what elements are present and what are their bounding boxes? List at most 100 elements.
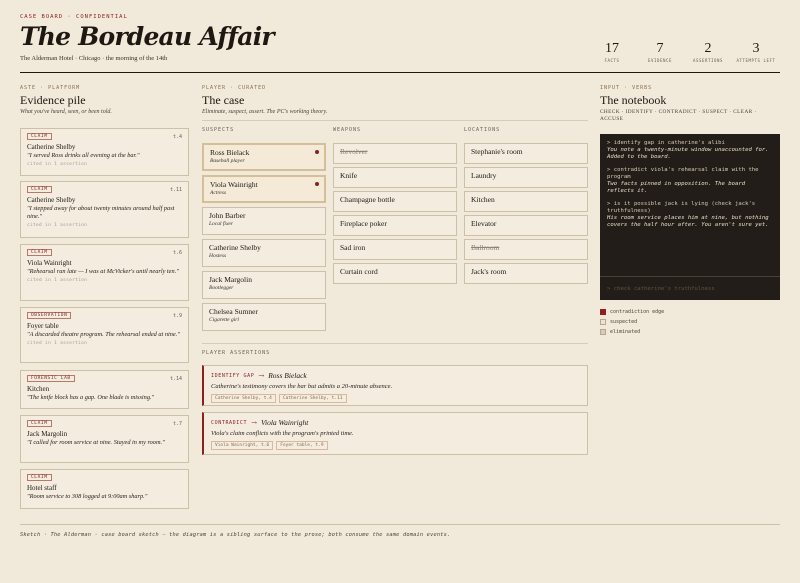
footer-note: Sketch · The Alderman · case board sketc… [20, 532, 451, 538]
notebook-terminal[interactable]: > identify gap in catherine's alibi You … [600, 134, 780, 300]
page-subtitle: The Alderman Hotel · Chicago · the morni… [20, 55, 168, 62]
suspect-role: Actress [210, 190, 226, 196]
section-desc: Eliminate, suspect, assert. The PC's wor… [202, 109, 328, 115]
suspect-card[interactable]: Viola Wainright Actress [202, 175, 326, 203]
suspect-card[interactable]: Jack Margolin Bootlegger [202, 271, 326, 299]
weapon-name: Knife [340, 171, 358, 180]
evidence-card[interactable]: CLAIM t.4 Catherine Shelby "I served Ross… [20, 128, 189, 176]
suspect-name: Viola Wainright [210, 180, 258, 189]
legend-swatch [600, 329, 606, 335]
suspect-name: Chelsea Sumner [209, 307, 258, 316]
weapon-name: Sad iron [340, 243, 366, 252]
section-kicker: INPUT · VERBS [600, 85, 653, 91]
evidence-quote: "I called for room service at nine. Stay… [27, 439, 165, 446]
location-card[interactable]: Jack's room [464, 263, 588, 284]
footer-divider [20, 524, 780, 525]
stat-label: EVIDENCE [647, 58, 673, 63]
stat-label: ASSERTIONS [692, 58, 724, 63]
evidence-card[interactable]: OBSERVATION t.9 Foyer table "A discarded … [20, 307, 189, 363]
evidence-chip[interactable]: Viola Wainright, t.6 [211, 441, 274, 450]
stat-label: FACTS [604, 58, 620, 63]
section-kicker: PLAYER · CURATED [202, 85, 267, 91]
weapon-card[interactable]: Champagne bottle [333, 191, 457, 212]
legend-swatch [600, 309, 606, 315]
legend-suspected: suspected [600, 319, 637, 325]
terminal-command: > contradict viola's rehearsal claim wit… [607, 167, 759, 180]
evidence-source: Catherine Shelby [27, 196, 76, 204]
suspect-role: Baseball player [210, 158, 245, 164]
evidence-cite: cited in 1 assertion [27, 278, 88, 283]
evidence-quote: "I served Ross drinks all evening at the… [27, 152, 140, 159]
legend-label: suspected [610, 319, 638, 325]
weapon-card[interactable]: Fireplace poker [333, 215, 457, 236]
location-card[interactable]: Kitchen [464, 191, 588, 212]
case-kicker: CASE BOARD · CONFIDENTIAL [20, 14, 128, 20]
suspect-role: Hostess [209, 253, 227, 259]
location-name: Ballroom [471, 243, 500, 252]
stat-assertions: 2 ASSERTIONS [684, 41, 732, 64]
evidence-header: ASTE · PLATFORM Evidence pile What you'v… [20, 85, 112, 115]
evidence-card[interactable]: CLAIM Hotel staff "Room service to 308 l… [20, 469, 189, 509]
weapon-name: Champagne bottle [340, 195, 395, 204]
assertions-heading: PLAYER ASSERTIONS [202, 350, 271, 356]
terminal-entry: > is it possible jack is lying (check ja… [607, 201, 773, 229]
location-card[interactable]: Laundry [464, 167, 588, 188]
weapon-name: Fireplace poker [340, 219, 387, 228]
suspect-role: Local fixer [209, 221, 233, 227]
evidence-card[interactable]: CLAIM t.7 Jack Margolin "I called for roo… [20, 415, 189, 463]
evidence-chip[interactable]: Catherine Shelby, t.11 [278, 394, 347, 403]
section-title: Evidence pile [20, 93, 86, 107]
assertion-type: CONTRADICT [211, 419, 248, 426]
evidence-ref: t.14 [169, 375, 182, 382]
evidence-cite: cited in 1 assertion [27, 341, 88, 346]
terminal-response: Two facts pinned in opposition. The boar… [607, 181, 746, 194]
terminal-entry: > identify gap in catherine's alibi You … [607, 140, 773, 161]
evidence-source: Hotel staff [27, 484, 57, 492]
location-name: Laundry [471, 171, 497, 180]
legend-label: contradiction edge [610, 309, 665, 315]
location-card[interactable]: Ballroom [464, 239, 588, 260]
weapon-name: Curtain cord [340, 267, 378, 276]
evidence-card[interactable]: CLAIM t.6 Viola Wainright "Rehearsal ran … [20, 244, 189, 301]
evidence-card[interactable]: FORENSIC LAB t.14 Kitchen "The knife bloc… [20, 370, 189, 409]
evidence-chip[interactable]: Catherine Shelby, t.4 [211, 394, 276, 403]
location-card[interactable]: Stephanie's room [464, 143, 588, 164]
suspect-card[interactable]: Chelsea Sumner Cigarette girl [202, 303, 326, 331]
suspect-card[interactable]: John Barber Local fixer [202, 207, 326, 235]
legend-eliminated: eliminated [600, 329, 640, 335]
stat-value: 2 [704, 41, 712, 56]
location-name: Kitchen [471, 195, 495, 204]
weapon-card[interactable]: Curtain cord [333, 263, 457, 284]
location-card[interactable]: Elevator [464, 215, 588, 236]
stat-facts: 17 FACTS [588, 42, 636, 64]
stat-evidence: 7 EVIDENCE [636, 41, 684, 64]
command-input[interactable]: > check catherine's truthfulness [607, 286, 715, 292]
suspect-name: John Barber [209, 211, 246, 220]
suspect-card[interactable]: Catherine Shelby Hostess [202, 239, 326, 267]
evidence-card[interactable]: CLAIM t.11 Catherine Shelby "I stepped aw… [20, 181, 189, 238]
evidence-tag: CLAIM [27, 420, 52, 427]
section-kicker: ASTE · PLATFORM [20, 85, 81, 91]
evidence-source: Catherine Shelby [27, 143, 76, 151]
evidence-tag: OBSERVATION [27, 312, 72, 319]
assertions-divider [202, 343, 588, 344]
evidence-source: Kitchen [27, 385, 50, 393]
evidence-chip[interactable]: Foyer table, t.9 [276, 441, 328, 450]
weapon-card[interactable]: Sad iron [333, 239, 457, 260]
assertion-card[interactable]: IDENTIFY GAP → Ross Bielack Catherine's … [202, 365, 588, 406]
weapon-card[interactable]: Revolver [333, 143, 457, 164]
evidence-source: Jack Margolin [27, 430, 68, 438]
suspect-card[interactable]: Ross Bielack Baseball player [202, 143, 326, 171]
suspect-name: Ross Bielack [210, 148, 250, 157]
assertion-card[interactable]: CONTRADICT → Viola Wainright Viola's cla… [202, 412, 588, 455]
evidence-quote: "I stepped away for about twenty minutes… [27, 205, 175, 220]
case-divider [202, 120, 588, 121]
suspect-name: Catherine Shelby [209, 243, 261, 252]
evidence-tag: CLAIM [27, 186, 52, 193]
evidence-cite: cited in 1 assertion [27, 162, 88, 167]
weapon-card[interactable]: Knife [333, 167, 457, 188]
stat-attempts: 3 ATTEMPTS LEFT [732, 41, 780, 64]
locations-heading: LOCATIONS [464, 127, 501, 133]
stat-value: 7 [656, 41, 664, 56]
stat-value: 3 [752, 41, 760, 56]
